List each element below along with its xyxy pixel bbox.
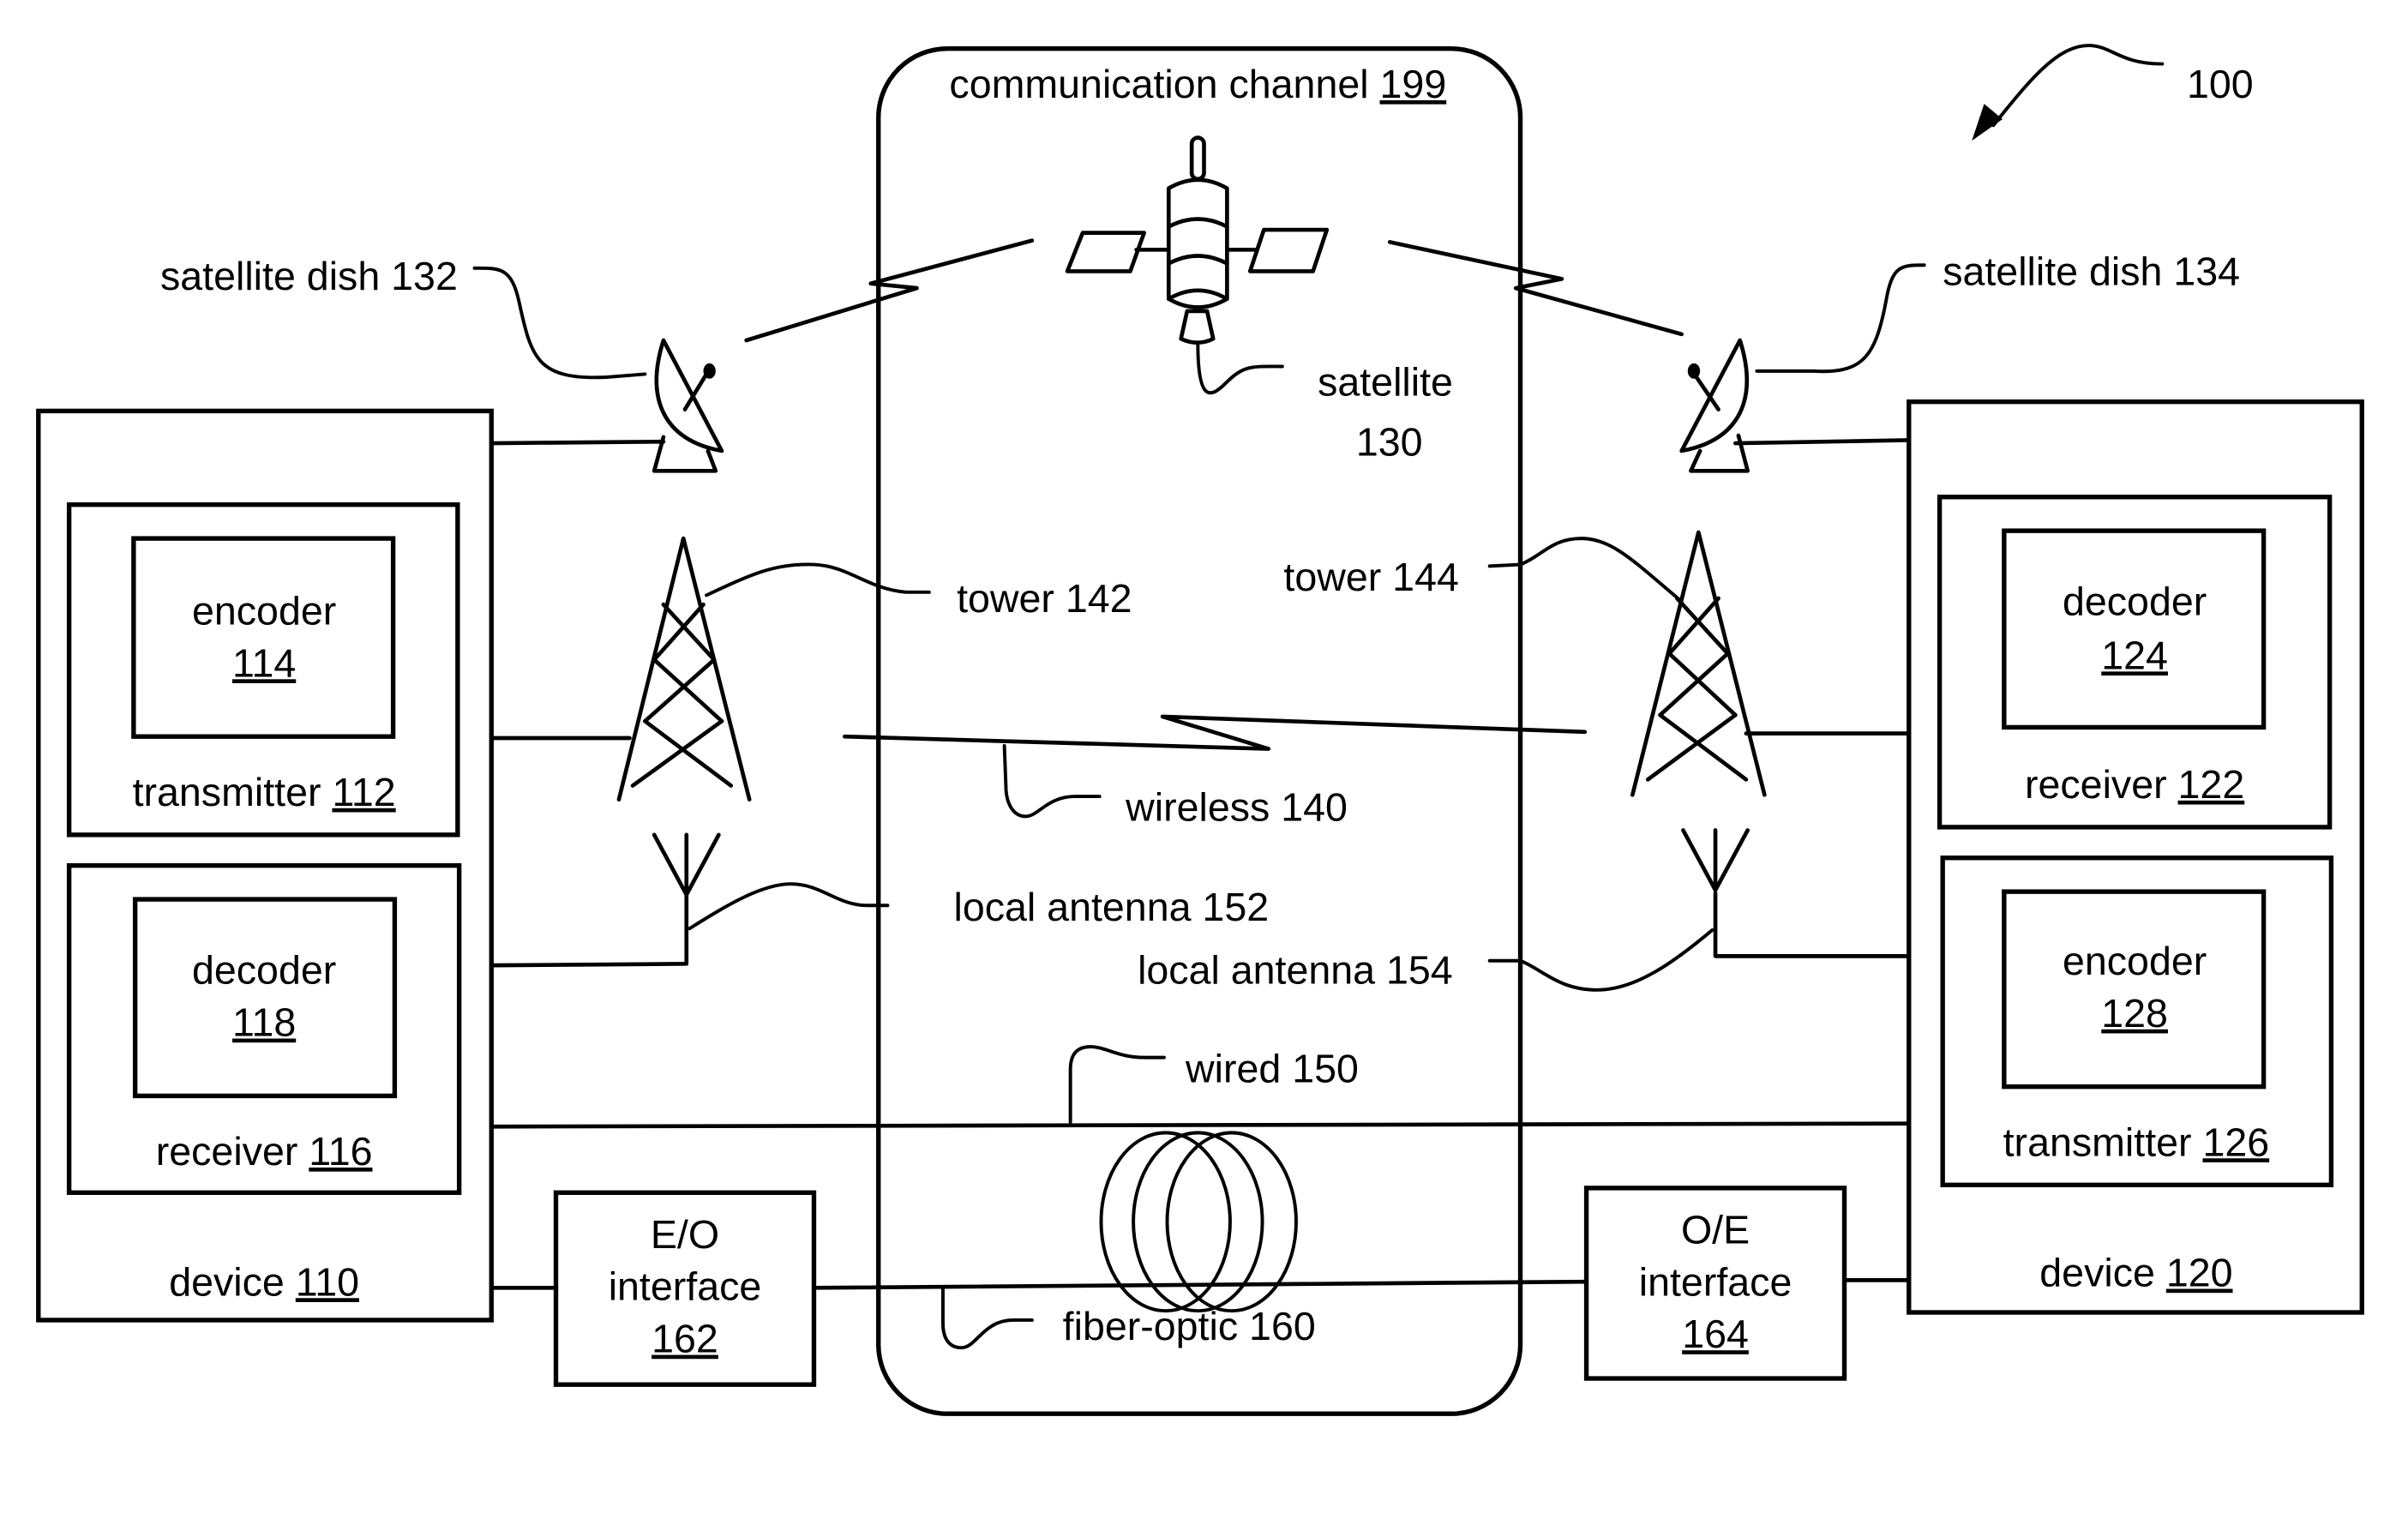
communication-system-diagram: 100 communication channel 199 satellite …: [36, 44, 2364, 1416]
oe-ref: 164: [1682, 1312, 1749, 1356]
oe-line2: interface: [1639, 1259, 1792, 1304]
encoder-114-ref: 114: [232, 640, 296, 685]
tower-144-label: tower 144: [1283, 555, 1458, 599]
figure-reference: 100: [1972, 44, 2254, 141]
encoder-114-box: [131, 536, 396, 739]
tower-icon: [616, 536, 752, 802]
encoder-114-label: encoder: [192, 588, 336, 633]
fiber-optic-160-label: fiber-optic 160: [1063, 1304, 1316, 1348]
receiver-116-label: receiver 116: [156, 1129, 373, 1174]
decoder-118-box: [132, 897, 398, 1099]
satellite-icon: [1065, 135, 1330, 345]
channel-label: communication channel 199: [949, 62, 1446, 106]
receiver-122-label: receiver 122: [2025, 762, 2244, 807]
transmitter-112-label: transmitter 112: [133, 770, 396, 814]
satellite-link-right: [1387, 240, 1684, 337]
device-120: decoder 124 receiver 122 encoder 128 tra…: [1907, 399, 2364, 1315]
satellite-label: satellite: [1318, 360, 1453, 405]
wireless-140-label: wireless 140: [1125, 785, 1348, 830]
satellite-ref: 130: [1356, 419, 1423, 464]
decoder-118-ref: 118: [232, 1000, 296, 1045]
satellite-dish-134-label: satellite dish 134: [1943, 249, 2240, 294]
satellite-dish-132-label: satellite dish 132: [160, 254, 458, 298]
tower-142-label: tower 142: [957, 576, 1132, 621]
eo-line1: E/O: [651, 1212, 719, 1257]
decoder-118-label: decoder: [192, 948, 336, 993]
satellite-dish-icon: [652, 338, 724, 473]
figure-ref-label: 100: [2187, 62, 2254, 106]
eo-ref: 162: [652, 1317, 718, 1361]
device-120-label: device 120: [2039, 1251, 2232, 1295]
device-110: encoder 114 transmitter 112 decoder 118 …: [36, 408, 494, 1323]
arrow-head-icon: [1972, 104, 2003, 141]
oe-line1: O/E: [1681, 1207, 1750, 1252]
antenna-icon: [652, 832, 721, 898]
encoder-128-box: [2002, 889, 2267, 1090]
local-antenna-154-label: local antenna 154: [1138, 948, 1453, 993]
device-110-label: device 110: [169, 1259, 359, 1304]
eo-interface-162: E/O interface 162: [553, 1190, 817, 1387]
eo-line2: interface: [609, 1264, 762, 1309]
wired-150-label: wired 150: [1185, 1046, 1359, 1090]
encoder-128-label: encoder: [2063, 939, 2207, 983]
decoder-124-label: decoder: [2063, 579, 2207, 624]
encoder-128-ref: 128: [2101, 991, 2168, 1036]
satellite-link-left: [744, 238, 1035, 343]
wireless-link-140: [842, 714, 1588, 751]
antenna-icon: [1681, 828, 1750, 892]
decoder-124-box: [2002, 528, 2267, 730]
fiber-line: [812, 1279, 1588, 1290]
wired-line: [489, 1121, 1912, 1129]
tower-icon: [1630, 530, 1767, 797]
oe-interface-164: O/E interface 164: [1583, 1186, 1847, 1381]
transmitter-126-label: transmitter 126: [2003, 1120, 2270, 1164]
decoder-124-ref: 124: [2101, 633, 2168, 677]
local-antenna-152-label: local antenna 152: [953, 885, 1269, 929]
satellite-dish-icon: [1679, 338, 1750, 473]
